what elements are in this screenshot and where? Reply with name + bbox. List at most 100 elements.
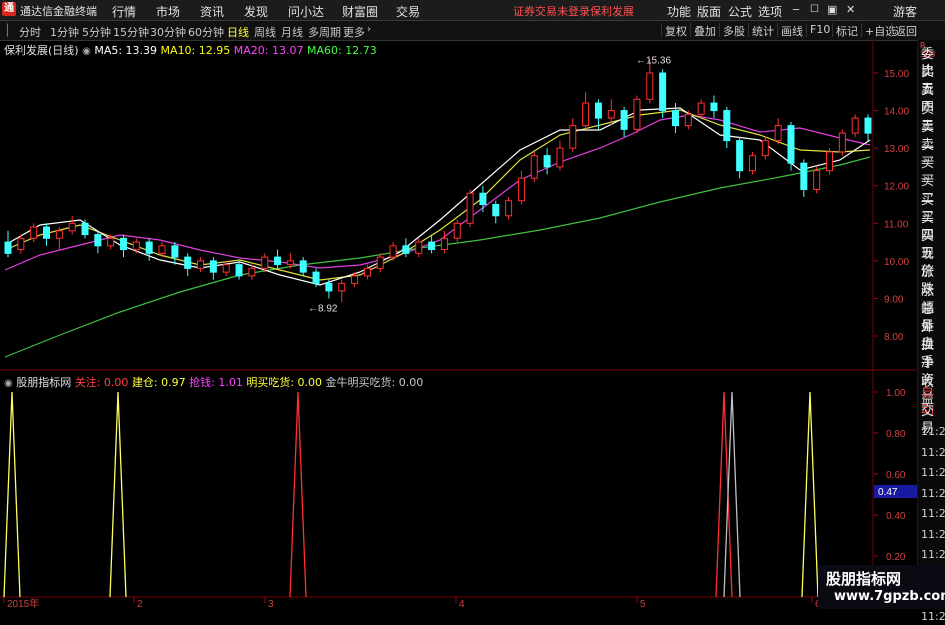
sub-tick-label: 0.80 [886, 429, 906, 440]
candle-body [158, 245, 166, 254]
price-tick-label: 14.00 [884, 107, 909, 118]
candle-body [517, 177, 525, 202]
period-more[interactable]: 更多 [343, 24, 365, 40]
candle-body [633, 98, 641, 130]
candle [800, 159, 808, 197]
candle-body [774, 125, 782, 142]
back-button[interactable]: 返回 [891, 23, 917, 38]
candle-body [184, 256, 192, 269]
candle [274, 249, 282, 269]
indicator-name: 股朋指标网 [16, 376, 72, 389]
panel-time-5: 11:29 [921, 527, 945, 541]
candle-body [440, 237, 448, 251]
candle [825, 148, 833, 175]
menu-shichang[interactable]: 市场 [156, 3, 180, 20]
candle [376, 253, 384, 273]
more-chevron-icon[interactable]: › [367, 24, 371, 35]
panel-time-4: 11:29 [921, 507, 945, 520]
period-60min[interactable]: 60分钟 [188, 24, 224, 40]
biaoji-button[interactable]: 标记 [832, 23, 858, 38]
price-tick-label: 8.00 [884, 332, 904, 343]
price-tick-label: 13.00 [884, 144, 909, 155]
settings-circle-icon[interactable]: ◉ [4, 378, 13, 389]
panel-time-3: 11:29 [921, 486, 945, 500]
candle [530, 151, 538, 182]
minimize-icon[interactable]: ─ [793, 5, 799, 16]
menu-xuanxiang[interactable]: 选项 [758, 3, 782, 20]
candle-body [286, 260, 294, 266]
menu-wenxiaoda[interactable]: 问小达 [288, 3, 324, 20]
menu-jiaoyi[interactable]: 交易 [396, 3, 420, 20]
period-monthly[interactable]: 月线 [281, 24, 303, 40]
f10-button[interactable]: F10 [806, 23, 830, 37]
period-30min[interactable]: 30分钟 [150, 24, 186, 40]
tongji-button[interactable]: 统计 [748, 23, 774, 38]
ma10-label: MA10: 12.95 [160, 44, 231, 57]
candle [55, 227, 63, 250]
period-daily[interactable]: 日线 [227, 24, 249, 40]
menu-faxian[interactable]: 发现 [244, 3, 268, 20]
candle-body [543, 155, 551, 168]
ma60-line [4, 156, 871, 358]
stock-period-label: 保利发展(日线) [4, 44, 79, 57]
candle-body [132, 241, 140, 251]
candle-body [402, 245, 410, 254]
huaxian-button[interactable]: 画线 [777, 23, 803, 38]
candle-body [248, 267, 256, 277]
candle [145, 238, 153, 261]
period-5min[interactable]: 5分钟 [82, 24, 111, 40]
candle [774, 118, 782, 145]
restore-icon[interactable]: ▣ [827, 3, 837, 16]
sub-chart-legend: ◉ 股朋指标网 关注: 0.00 建仓: 0.97 抢钱: 1.01 明买吃货:… [4, 374, 423, 390]
x-tick-label: 2 [137, 599, 143, 609]
candle-body [761, 140, 769, 157]
menu-caifuquan[interactable]: 财富圈 [342, 3, 378, 20]
candle-body [620, 110, 628, 130]
login-warning[interactable]: 证券交易未登录 [513, 3, 590, 19]
indicator-spike [3, 391, 21, 598]
period-weekly[interactable]: 周线 [254, 24, 276, 40]
candle [710, 95, 718, 119]
candle [132, 238, 140, 254]
x-tick-label: 5 [640, 599, 646, 609]
period-1min[interactable]: 1分钟 [50, 24, 79, 40]
menu-zixun[interactable]: 资讯 [200, 3, 224, 20]
period-15min[interactable]: 15分钟 [113, 24, 149, 40]
quote-side-panel: R 300 委比 卖五 卖四 卖三 卖二 卖一 买一 买二 买三 买四 买五 现价 涨跌 涨幅 总量 外盘 换手… [917, 40, 945, 623]
candle-body [376, 256, 384, 269]
candle-body [492, 204, 500, 217]
candle-body [530, 155, 538, 179]
menu-hangqing[interactable]: 行情 [112, 3, 136, 20]
menu-gongneng[interactable]: 功能 [667, 3, 691, 20]
menu-banmian[interactable]: 版面 [697, 3, 721, 20]
ma60-label: MA60: 12.73 [306, 44, 377, 57]
user-label[interactable]: 游客 [893, 3, 917, 20]
indicator-spike [715, 391, 733, 598]
sub-tick-label: 1.00 [886, 388, 906, 399]
ma5-label: MA5: 13.39 [94, 44, 158, 57]
diejia-button[interactable]: 叠加 [690, 23, 716, 38]
candle-body [43, 226, 51, 239]
candle [299, 257, 307, 276]
candle [761, 136, 769, 160]
candle [723, 106, 731, 149]
candle [222, 260, 230, 276]
period-multi[interactable]: 多周期 [308, 24, 341, 40]
candle-body [505, 200, 513, 217]
duogu-button[interactable]: 多股 [719, 23, 745, 38]
close-icon[interactable]: ✕ [846, 3, 855, 16]
candle-body [453, 222, 461, 239]
maximize-icon[interactable]: ☐ [810, 4, 819, 15]
period-toolbar: │ 分时 1分钟 5分钟 15分钟 30分钟 60分钟 日线 周线 月线 多周期… [0, 21, 945, 41]
period-fenshi[interactable]: 分时 [19, 24, 41, 40]
fuquan-button[interactable]: 复权 [661, 23, 687, 38]
kline-chart[interactable]: ←15.36 ←8.92 15.00 14.00 13.00 12.00 11.00 10.… [0, 40, 917, 609]
candle [864, 114, 872, 141]
toolbar-grip-icon: │ [4, 24, 11, 37]
x-tick-label: 3 [268, 599, 274, 609]
settings-circle-icon[interactable]: ◉ [82, 46, 91, 57]
candle-body [81, 222, 89, 236]
candle [415, 238, 423, 258]
menu-gongshi[interactable]: 公式 [728, 3, 752, 20]
watermark-title: 股朋指标网 [826, 570, 902, 588]
